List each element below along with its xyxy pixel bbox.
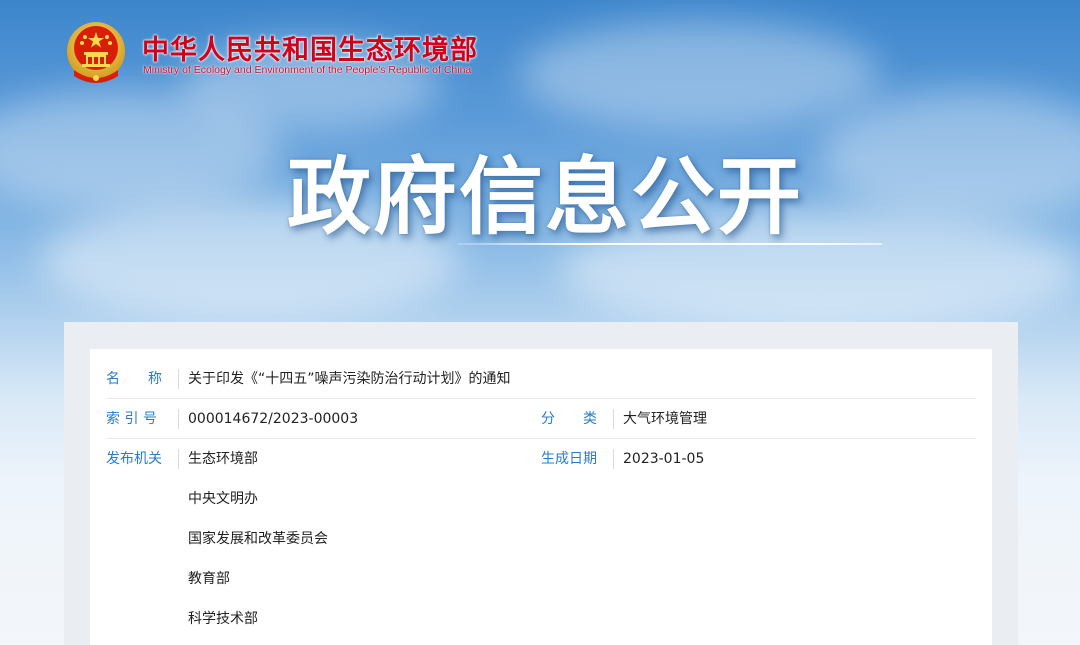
site-name-english[interactable]: Ministry of Ecology and Environment of t… [143, 64, 471, 76]
row-divider [178, 369, 179, 389]
publisher-item: 科学技术部 [188, 611, 258, 627]
info-row-publisher: 发布机关 生态环境部 中央文明办 国家发展和改革委员会 教育部 科学技术部 生成… [106, 439, 976, 639]
index-value: 000014672/2023-00003 [188, 411, 359, 427]
row-divider [178, 449, 179, 469]
publisher-item: 教育部 [188, 571, 230, 587]
publisher-item: 生态环境部 [188, 451, 258, 467]
info-row-index: 索 引 号 000014672/2023-00003 分 类 大气环境管理 [106, 399, 976, 439]
publisher-item: 国家发展和改革委员会 [188, 531, 328, 547]
info-row-name: 名 称 关于印发《“十四五”噪声污染防治行动计划》的通知 [106, 359, 976, 399]
national-emblem-icon[interactable] [64, 20, 128, 86]
category-value: 大气环境管理 [623, 411, 707, 427]
banner-title: 政府信息公开 [286, 148, 803, 246]
row-divider [613, 449, 614, 469]
site-header[interactable]: 中华人民共和国生态环境部 Ministry of Ecology and Env… [64, 20, 524, 88]
row-divider [178, 409, 179, 429]
index-label: 索 引 号 [106, 411, 157, 427]
date-label: 生成日期 [541, 451, 597, 467]
publisher-label: 发布机关 [106, 451, 162, 467]
row-divider [613, 409, 614, 429]
site-name[interactable]: 中华人民共和国生态环境部 [142, 28, 478, 67]
name-label: 名 称 [106, 371, 162, 387]
name-value: 关于印发《“十四五”噪声污染防治行动计划》的通知 [188, 371, 511, 387]
date-value: 2023-01-05 [623, 451, 705, 467]
publisher-item: 中央文明办 [188, 491, 258, 507]
category-label: 分 类 [541, 411, 597, 427]
banner-underline [458, 243, 882, 245]
